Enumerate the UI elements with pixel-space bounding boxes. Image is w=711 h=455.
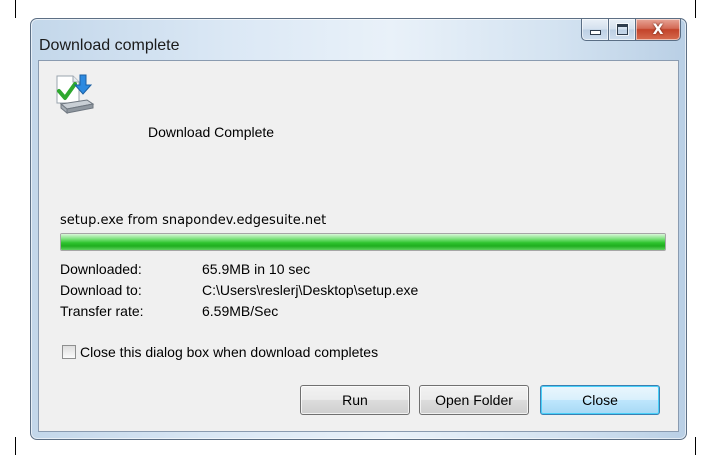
download-to-label: Download to: bbox=[60, 282, 142, 298]
download-source: setup.exe from snapondev.edgesuite.net bbox=[60, 213, 327, 228]
download-progress-bar bbox=[60, 233, 666, 251]
download-to-value: C:\Users\reslerj\Desktop\setup.exe bbox=[202, 282, 419, 298]
close-icon: X bbox=[652, 21, 664, 38]
window-title: Download complete bbox=[39, 37, 180, 54]
transfer-rate-value: 6.59MB/Sec bbox=[202, 303, 279, 319]
download-dialog-window: Download complete X Download Complete se… bbox=[30, 18, 687, 440]
downloaded-label: Downloaded: bbox=[60, 261, 142, 277]
background-window-edge-top bbox=[15, 0, 696, 18]
downloaded-row: Downloaded: 65.9MB in 10 sec bbox=[60, 261, 310, 277]
open-folder-button[interactable]: Open Folder bbox=[419, 385, 529, 415]
minimize-button[interactable] bbox=[581, 19, 609, 41]
download-to-row: Download to: C:\Users\reslerj\Desktop\set… bbox=[60, 282, 418, 298]
download-complete-icon bbox=[56, 74, 95, 115]
transfer-rate-label: Transfer rate: bbox=[60, 303, 144, 319]
close-window-button[interactable]: X bbox=[636, 19, 681, 41]
close-when-complete-checkbox[interactable] bbox=[62, 345, 76, 359]
caption-buttons: X bbox=[581, 19, 681, 41]
dialog-client-area: Download Complete setup.exe from snapond… bbox=[38, 60, 679, 432]
maximize-button[interactable] bbox=[609, 19, 636, 41]
minimize-icon bbox=[589, 30, 601, 35]
download-complete-heading: Download Complete bbox=[148, 124, 275, 140]
download-progress-fill bbox=[61, 234, 665, 250]
close-when-complete-option[interactable]: Close this dialog box when download comp… bbox=[62, 344, 378, 360]
run-button[interactable]: Run bbox=[300, 385, 410, 415]
downloaded-value: 65.9MB in 10 sec bbox=[202, 261, 311, 277]
title-bar[interactable]: Download complete X bbox=[31, 19, 686, 59]
close-button[interactable]: Close bbox=[540, 385, 660, 415]
maximize-icon bbox=[616, 24, 628, 35]
close-when-complete-label: Close this dialog box when download comp… bbox=[80, 344, 379, 360]
transfer-rate-row: Transfer rate: 6.59MB/Sec bbox=[60, 303, 278, 319]
